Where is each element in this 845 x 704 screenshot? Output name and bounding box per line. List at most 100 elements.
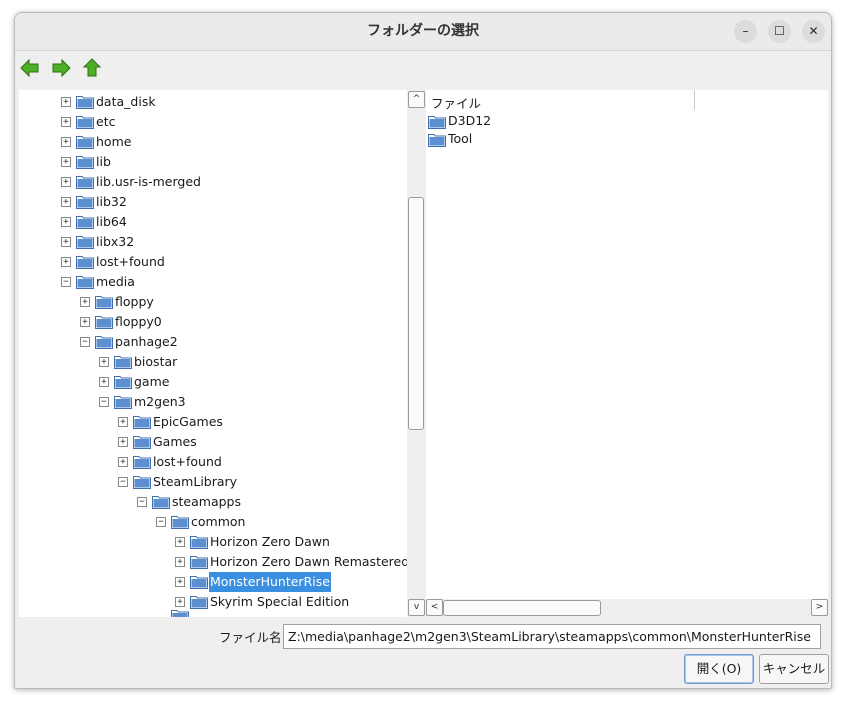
expand-toggle[interactable]: + — [175, 577, 185, 587]
expand-toggle[interactable]: + — [80, 297, 90, 307]
tree-item-label: panhage2 — [115, 334, 178, 349]
expand-toggle[interactable]: + — [118, 417, 128, 427]
tree-item[interactable]: + lib — [19, 152, 407, 172]
collapse-toggle[interactable]: − — [137, 497, 147, 507]
tree-item[interactable]: + MonsterHunterRise — [19, 572, 407, 592]
back-button[interactable] — [19, 57, 41, 79]
folder-icon — [133, 456, 151, 469]
expand-toggle[interactable]: + — [99, 357, 109, 367]
collapse-toggle[interactable]: − — [99, 397, 109, 407]
tree-item[interactable]: + Horizon Zero Dawn — [19, 532, 407, 552]
minimize-button[interactable]: – — [734, 20, 757, 43]
expand-toggle[interactable]: + — [61, 257, 71, 267]
tree-item-label: lib — [96, 154, 111, 169]
up-button[interactable] — [81, 57, 103, 79]
tree-item[interactable]: + etc — [19, 112, 407, 132]
expand-toggle[interactable]: + — [118, 457, 128, 467]
close-button[interactable]: ✕ — [802, 20, 825, 43]
scroll-right-button[interactable]: > — [811, 599, 828, 616]
tree-item[interactable]: − SteamLibrary — [19, 472, 407, 492]
expand-toggle[interactable]: + — [99, 377, 109, 387]
tree-item-label: EpicGames — [153, 414, 223, 429]
tree-item-label: floppy — [115, 294, 154, 309]
tree-item[interactable]: − panhage2 — [19, 332, 407, 352]
tree-item-label: libx32 — [96, 234, 135, 249]
tree-item[interactable]: − media — [19, 272, 407, 292]
folder-icon — [76, 216, 94, 229]
collapse-toggle[interactable]: − — [118, 477, 128, 487]
folder-icon — [114, 396, 132, 409]
expand-toggle[interactable]: + — [80, 317, 90, 327]
scroll-up-button[interactable]: ^ — [408, 91, 425, 108]
list-horizontal-scrollbar[interactable]: < > — [426, 599, 828, 617]
expand-toggle[interactable]: + — [61, 177, 71, 187]
tree-item[interactable]: + Games — [19, 432, 407, 452]
open-button[interactable]: 開く(O) — [684, 654, 754, 684]
collapse-toggle[interactable]: − — [61, 277, 71, 287]
scroll-thumb[interactable] — [408, 197, 424, 430]
folder-icon — [133, 436, 151, 449]
tree-item[interactable]: + lib.usr-is-merged — [19, 172, 407, 192]
folder-tree[interactable]: + data_disk + etc + home + lib + lib.usr-is-merge… — [19, 90, 407, 617]
tree-item[interactable]: + floppy0 — [19, 312, 407, 332]
folder-icon — [190, 556, 208, 569]
column-header-file[interactable]: ファイル — [431, 93, 481, 112]
tree-item[interactable]: + EpicGames — [19, 412, 407, 432]
tree-item[interactable]: + libx32 — [19, 232, 407, 252]
expand-toggle[interactable]: + — [61, 137, 71, 147]
tree-item[interactable]: − steamapps — [19, 492, 407, 512]
cancel-button[interactable]: キャンセル — [759, 654, 829, 684]
collapse-toggle[interactable]: − — [80, 337, 90, 347]
tree-item[interactable]: + lost+found — [19, 452, 407, 472]
horizontal-scroll-thumb[interactable] — [443, 600, 601, 616]
file-list[interactable]: ファイル D3D12 Tool — [426, 90, 828, 600]
tree-item-label: lib.usr-is-merged — [96, 174, 201, 189]
tree-item[interactable]: + home — [19, 132, 407, 152]
tree-item-label: lost+found — [96, 254, 165, 269]
expand-toggle[interactable]: + — [61, 237, 71, 247]
expand-toggle[interactable]: + — [175, 557, 185, 567]
folder-icon — [133, 476, 151, 489]
expand-toggle[interactable]: + — [61, 97, 71, 107]
tree-item-label: biostar — [134, 354, 178, 369]
tree-item[interactable]: + floppy — [19, 292, 407, 312]
tree-item-label: floppy0 — [115, 314, 162, 329]
tree-item[interactable]: + biostar — [19, 352, 407, 372]
folder-icon — [152, 496, 170, 509]
tree-item[interactable]: + lib32 — [19, 192, 407, 212]
scroll-down-button[interactable]: v — [408, 599, 425, 616]
tree-vertical-scrollbar[interactable]: ^ v — [407, 90, 426, 617]
expand-toggle[interactable]: + — [175, 597, 185, 607]
expand-toggle[interactable]: + — [175, 537, 185, 547]
folder-icon — [76, 96, 94, 109]
forward-button[interactable] — [50, 57, 72, 79]
tree-item[interactable]: + lost+found — [19, 252, 407, 272]
tree-item[interactable]: + Horizon Zero Dawn Remastered — [19, 552, 407, 572]
expand-toggle[interactable]: + — [118, 437, 128, 447]
folder-icon — [133, 416, 151, 429]
toolbar — [15, 51, 831, 89]
folder-icon — [190, 576, 208, 589]
collapse-toggle[interactable]: − — [156, 517, 166, 527]
scroll-left-button[interactable]: < — [426, 599, 443, 616]
title-bar[interactable]: フォルダーの選択 – ☐ ✕ — [15, 13, 831, 51]
folder-icon — [171, 516, 189, 529]
expand-toggle[interactable]: + — [61, 217, 71, 227]
expand-toggle[interactable]: + — [61, 117, 71, 127]
tree-item[interactable]: + data_disk — [19, 92, 407, 112]
tree-item[interactable]: + Skyrim Special Edition — [19, 592, 407, 612]
tree-item[interactable]: − common — [19, 512, 407, 532]
tree-item[interactable]: − m2gen3 — [19, 392, 407, 412]
green-up-arrow-icon — [82, 58, 102, 77]
file-list-item-label: Tool — [448, 131, 473, 146]
green-right-arrow-icon — [52, 58, 71, 78]
tree-item-label: Skyrim Special Edition — [210, 594, 350, 609]
maximize-button[interactable]: ☐ — [768, 20, 791, 43]
expand-toggle[interactable]: + — [61, 197, 71, 207]
expand-toggle[interactable]: + — [61, 157, 71, 167]
tree-item[interactable]: + lib64 — [19, 212, 407, 232]
filename-input[interactable]: Z:\media\panhage2\m2gen3\SteamLibrary\st… — [283, 624, 821, 649]
tree-item[interactable]: + game — [19, 372, 407, 392]
folder-icon — [76, 136, 94, 149]
column-divider[interactable] — [694, 90, 695, 110]
